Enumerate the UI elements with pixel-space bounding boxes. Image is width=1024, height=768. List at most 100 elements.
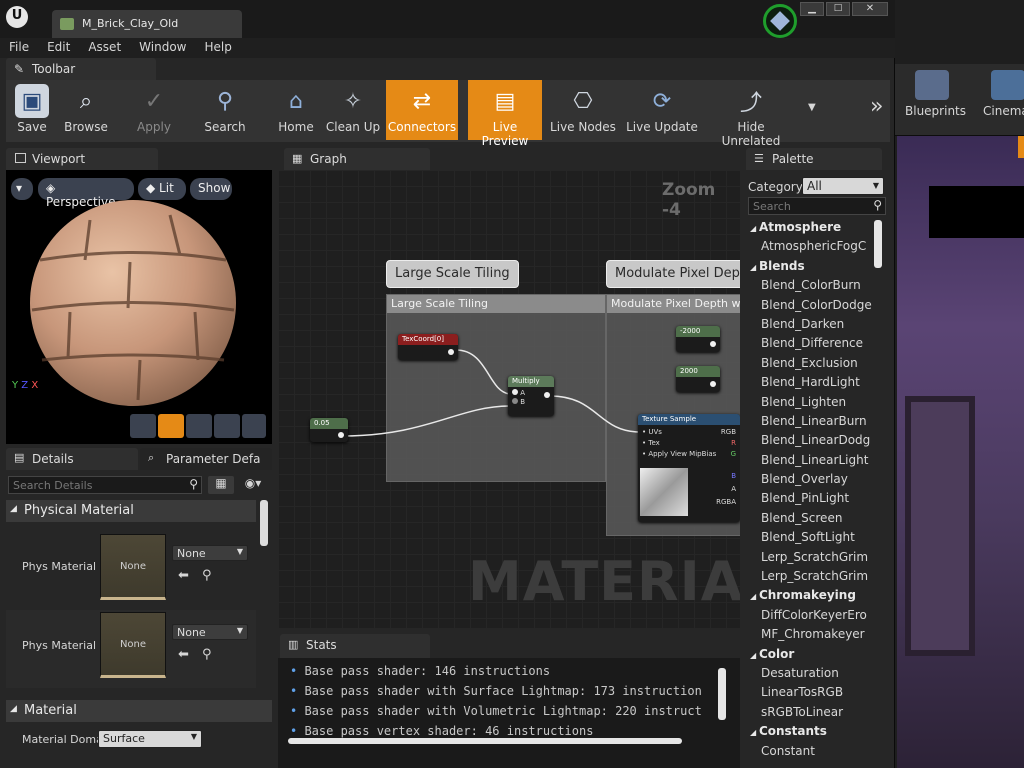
- phys-material-dropdown[interactable]: None ▼: [172, 624, 248, 640]
- details-scrollbar[interactable]: [260, 500, 268, 546]
- viewport-tab[interactable]: Viewport: [6, 148, 158, 170]
- output-pin[interactable]: [448, 349, 454, 355]
- palette-item[interactable]: Constant: [746, 742, 872, 761]
- palette-item[interactable]: sRGBToLinear: [746, 703, 872, 722]
- search-details-input[interactable]: Search Details ⚲: [8, 476, 202, 494]
- viewport-options-dropdown[interactable]: ▾: [11, 178, 33, 200]
- palette-item[interactable]: DiffColorKeyerEro: [746, 606, 872, 625]
- palette-item[interactable]: Blend_Screen: [746, 509, 872, 528]
- texture-sample-node[interactable]: Texture Sample • UVs RGB • Tex R • Apply V…: [638, 414, 740, 522]
- palette-category[interactable]: ◢ Constants: [746, 722, 872, 741]
- sphere-shape-button[interactable]: [158, 414, 184, 438]
- palette-item[interactable]: Blend_LinearDodg: [746, 431, 872, 450]
- cylinder-shape-button[interactable]: [130, 414, 156, 438]
- graph-tab[interactable]: ▦ Graph: [284, 148, 430, 170]
- minimize-button[interactable]: ▁: [800, 2, 824, 16]
- maximize-button[interactable]: □: [826, 2, 850, 16]
- stats-vertical-scrollbar[interactable]: [718, 668, 726, 720]
- palette-category[interactable]: ◢ Chromakeying: [746, 586, 872, 605]
- palette-item[interactable]: LinearTosRGB: [746, 683, 872, 702]
- phys-material-thumbnail[interactable]: None: [100, 534, 166, 600]
- browse-button[interactable]: ⌕ Browse: [60, 80, 112, 140]
- palette-item[interactable]: Blend_PinLight: [746, 489, 872, 508]
- constant-node[interactable]: 2000: [676, 366, 720, 392]
- palette-item[interactable]: Blend_HardLight: [746, 373, 872, 392]
- palette-item[interactable]: Blend_Overlay: [746, 470, 872, 489]
- texcoord-node[interactable]: TexCoord[0]: [398, 334, 458, 360]
- parameter-defaults-tab[interactable]: ⌕ Parameter Defa: [140, 448, 272, 470]
- palette-item[interactable]: AtmosphericFogC: [746, 237, 872, 256]
- physical-material-section[interactable]: ◢ Physical Material: [6, 500, 256, 522]
- use-selected-arrow-icon[interactable]: ⬅: [178, 568, 189, 583]
- material-section[interactable]: ◢ Material: [6, 700, 272, 722]
- palette-item[interactable]: Blend_Darken: [746, 315, 872, 334]
- menu-file[interactable]: File: [0, 38, 38, 54]
- material-graph-canvas[interactable]: Zoom -4 MATERIAL Large Scale Tiling Larg…: [278, 170, 740, 628]
- palette-scrollbar[interactable]: [874, 220, 882, 268]
- menu-help[interactable]: Help: [195, 38, 240, 54]
- palette-item[interactable]: Blend_LinearBurn: [746, 412, 872, 431]
- palette-tab[interactable]: ☰ Palette: [746, 148, 882, 170]
- blueprints-button[interactable]: Blueprints: [905, 70, 966, 118]
- plane-shape-button[interactable]: [186, 414, 212, 438]
- input-pin-b[interactable]: [512, 398, 518, 404]
- apply-button[interactable]: ✓ Apply: [130, 80, 178, 140]
- material-domain-dropdown[interactable]: Surface ▼: [98, 730, 202, 748]
- document-tab[interactable]: M_Brick_Clay_Old: [52, 10, 242, 38]
- toolbar-overflow-chevron-icon[interactable]: »: [870, 94, 883, 119]
- source-control-icon[interactable]: [763, 4, 797, 38]
- perspective-button[interactable]: ◈ Perspective: [38, 178, 134, 209]
- browse-magnifier-icon[interactable]: ⚲: [202, 647, 212, 662]
- use-selected-arrow-icon[interactable]: ⬅: [178, 647, 189, 662]
- custom-mesh-button[interactable]: [242, 414, 266, 438]
- grid-view-button[interactable]: ▦: [208, 476, 234, 494]
- phys-material-dropdown[interactable]: None ▼: [172, 545, 248, 561]
- live-nodes-button[interactable]: ⎔ Live Nodes: [550, 80, 616, 140]
- lit-button[interactable]: ◆ Lit: [138, 178, 186, 200]
- palette-search-input[interactable]: Search ⚲: [748, 197, 886, 215]
- connectors-button[interactable]: ⇄ Connectors: [386, 80, 458, 140]
- palette-item[interactable]: Blend_ColorBurn: [746, 276, 872, 295]
- category-dropdown[interactable]: All ▼: [802, 177, 884, 195]
- palette-item[interactable]: MF_Chromakeyer: [746, 625, 872, 644]
- palette-item[interactable]: Blend_LinearLight: [746, 451, 872, 470]
- constant-node[interactable]: -2000: [676, 326, 720, 352]
- output-pin[interactable]: [338, 432, 344, 438]
- details-tab[interactable]: ▤ Details: [6, 448, 138, 470]
- toolbar-more-dropdown-icon[interactable]: ▼: [808, 102, 816, 113]
- visibility-dropdown[interactable]: ◉▾: [238, 476, 268, 494]
- stats-horizontal-scrollbar[interactable]: [288, 738, 682, 744]
- live-preview-button[interactable]: ▤ Live Preview: [468, 80, 542, 148]
- clean-up-button[interactable]: ✧ Clean Up: [324, 80, 382, 140]
- menu-edit[interactable]: Edit: [38, 38, 79, 54]
- output-pin[interactable]: [544, 392, 550, 398]
- palette-item[interactable]: Blend_SoftLight: [746, 528, 872, 547]
- close-button[interactable]: ✕: [852, 2, 888, 16]
- menu-window[interactable]: Window: [130, 38, 195, 54]
- menu-asset[interactable]: Asset: [79, 38, 130, 54]
- palette-item[interactable]: Blend_ColorDodge: [746, 296, 872, 315]
- save-button[interactable]: ▣ Save: [8, 80, 56, 140]
- input-pin-a[interactable]: [512, 389, 518, 395]
- stats-tab[interactable]: ▥ Stats: [280, 634, 430, 658]
- browse-magnifier-icon[interactable]: ⚲: [202, 568, 212, 583]
- home-button[interactable]: ⌂ Home: [272, 80, 320, 140]
- toolbar-tab[interactable]: ✎ Toolbar: [6, 58, 156, 80]
- cube-shape-button[interactable]: [214, 414, 240, 438]
- multiply-node[interactable]: Multiply A B: [508, 376, 554, 416]
- output-pin[interactable]: [710, 341, 716, 347]
- palette-category[interactable]: ◢ Atmosphere: [746, 218, 872, 237]
- palette-item[interactable]: Blend_Exclusion: [746, 354, 872, 373]
- constant-node[interactable]: 0.05: [310, 418, 348, 442]
- search-button[interactable]: ⚲ Search: [196, 80, 254, 140]
- hide-unrelated-button[interactable]: ⤴ Hide Unrelated: [708, 80, 794, 148]
- palette-item[interactable]: Blend_Difference: [746, 334, 872, 353]
- palette-item[interactable]: Blend_Lighten: [746, 393, 872, 412]
- phys-material-thumbnail[interactable]: None: [100, 612, 166, 678]
- live-update-button[interactable]: ⟳ Live Update: [626, 80, 698, 140]
- palette-item[interactable]: Lerp_ScratchGrim: [746, 567, 872, 586]
- palette-category[interactable]: ◢ Color: [746, 645, 872, 664]
- palette-item[interactable]: Lerp_ScratchGrim: [746, 548, 872, 567]
- palette-item[interactable]: Desaturation: [746, 664, 872, 683]
- cinematics-button[interactable]: Cinema: [983, 70, 1024, 118]
